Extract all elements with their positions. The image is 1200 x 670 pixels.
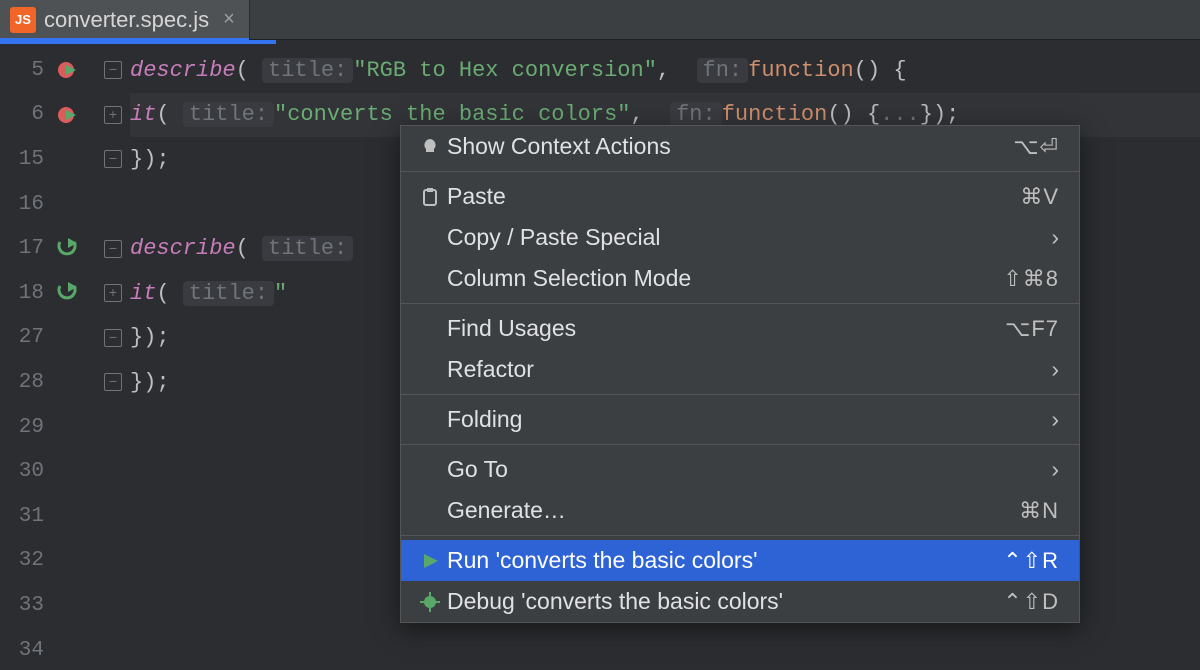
gutter-row: 17 − <box>0 226 130 271</box>
chevron-right-icon: › <box>1051 356 1059 383</box>
fold-toggle-icon[interactable]: + <box>104 284 122 302</box>
js-file-icon: JS <box>10 7 36 33</box>
menu-separator <box>401 444 1079 445</box>
line-number: 5 <box>0 59 44 82</box>
menu-item-label: Refactor <box>447 356 1051 383</box>
menu-item[interactable]: Paste⌘V <box>401 176 1079 217</box>
menu-shortcut: ⌥⏎ <box>1013 134 1059 160</box>
editor-tabbar: JS converter.spec.js × <box>0 0 1200 40</box>
line-number: 34 <box>0 639 44 662</box>
close-icon[interactable]: × <box>223 8 235 31</box>
editor-tab[interactable]: JS converter.spec.js × <box>0 0 250 39</box>
menu-shortcut: ⌥F7 <box>1005 316 1059 342</box>
fold-toggle-icon[interactable]: − <box>104 61 122 79</box>
menu-shortcut: ⌘N <box>1019 498 1059 524</box>
line-number: 30 <box>0 460 44 483</box>
menu-item[interactable]: Show Context Actions⌥⏎ <box>401 126 1079 167</box>
code-line: describe( title: "RGB to Hex conversion"… <box>130 48 1200 93</box>
gutter: 5 − 6 + 15 − 16 17 − <box>0 40 130 670</box>
run-test-icon[interactable] <box>54 101 82 129</box>
menu-item[interactable]: Generate…⌘N <box>401 490 1079 531</box>
context-menu: Show Context Actions⌥⏎Paste⌘VCopy / Past… <box>400 125 1080 623</box>
fold-toggle-icon[interactable]: − <box>104 373 122 391</box>
menu-item-label: Paste <box>447 183 1020 210</box>
menu-shortcut: ⌘V <box>1020 184 1059 210</box>
menu-item[interactable]: Refactor› <box>401 349 1079 390</box>
line-number: 32 <box>0 549 44 572</box>
menu-separator <box>401 303 1079 304</box>
menu-item[interactable]: Column Selection Mode⇧⌘8 <box>401 258 1079 299</box>
bulb-icon <box>413 137 447 157</box>
menu-item-label: Generate… <box>447 497 1019 524</box>
run-icon <box>413 551 447 571</box>
line-number: 15 <box>0 148 44 171</box>
menu-item-label: Run 'converts the basic colors' <box>447 547 1003 574</box>
paste-icon <box>413 187 447 207</box>
line-number: 28 <box>0 371 44 394</box>
line-number: 18 <box>0 282 44 305</box>
menu-shortcut: ⌃⇧D <box>1003 589 1059 615</box>
tab-filename: converter.spec.js <box>44 7 209 33</box>
line-number: 17 <box>0 237 44 260</box>
run-test-icon[interactable] <box>54 56 82 84</box>
menu-separator <box>401 394 1079 395</box>
menu-item-label: Column Selection Mode <box>447 265 1003 292</box>
menu-item[interactable]: Run 'converts the basic colors'⌃⇧R <box>401 540 1079 581</box>
fold-toggle-icon[interactable]: + <box>104 106 122 124</box>
debug-icon <box>413 592 447 612</box>
menu-item-label: Go To <box>447 456 1051 483</box>
menu-item-label: Folding <box>447 406 1051 433</box>
menu-shortcut: ⌃⇧R <box>1003 548 1059 574</box>
menu-item[interactable]: Go To› <box>401 449 1079 490</box>
fold-toggle-icon[interactable]: − <box>104 150 122 168</box>
chevron-right-icon: › <box>1051 456 1059 483</box>
menu-item[interactable]: Copy / Paste Special› <box>401 217 1079 258</box>
run-test-icon[interactable] <box>54 235 82 263</box>
menu-item[interactable]: Find Usages⌥F7 <box>401 308 1079 349</box>
menu-item[interactable]: Debug 'converts the basic colors'⌃⇧D <box>401 581 1079 622</box>
gutter-row: 15 − <box>0 137 130 182</box>
line-number: 33 <box>0 594 44 617</box>
line-number: 29 <box>0 416 44 439</box>
menu-shortcut: ⇧⌘8 <box>1003 266 1059 292</box>
chevron-right-icon: › <box>1051 406 1059 433</box>
gutter-row: 18 + <box>0 271 130 316</box>
line-number: 27 <box>0 326 44 349</box>
menu-separator <box>401 535 1079 536</box>
menu-separator <box>401 171 1079 172</box>
menu-item[interactable]: Folding› <box>401 399 1079 440</box>
fold-toggle-icon[interactable]: − <box>104 329 122 347</box>
line-number: 16 <box>0 193 44 216</box>
menu-item-label: Show Context Actions <box>447 133 1013 160</box>
line-number: 31 <box>0 505 44 528</box>
line-number: 6 <box>0 103 44 126</box>
menu-item-label: Find Usages <box>447 315 1005 342</box>
gutter-row: 5 − <box>0 48 130 93</box>
chevron-right-icon: › <box>1051 224 1059 251</box>
menu-item-label: Debug 'converts the basic colors' <box>447 588 1003 615</box>
run-test-icon[interactable] <box>54 279 82 307</box>
menu-item-label: Copy / Paste Special <box>447 224 1051 251</box>
fold-toggle-icon[interactable]: − <box>104 240 122 258</box>
gutter-row: 6 + <box>0 93 130 138</box>
